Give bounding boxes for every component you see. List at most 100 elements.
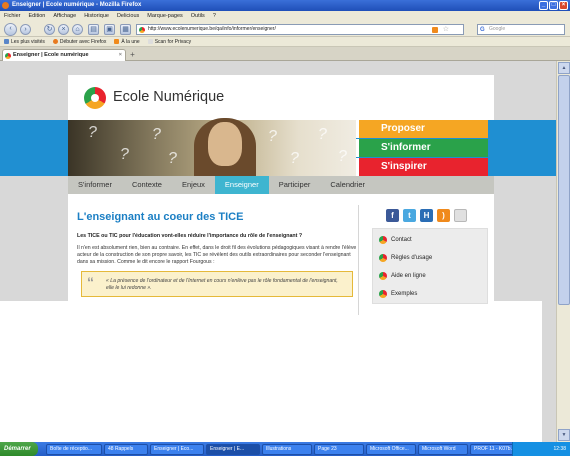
bookmarks-bar: Les plus visités Débuter avec Firefox À …	[0, 37, 570, 47]
nav-enseigner[interactable]: Enseigner	[214, 176, 269, 194]
forward-button[interactable]: ›	[20, 24, 31, 35]
tab-bar: Enseigner | Ecole numérique × +	[0, 47, 570, 61]
bullet-logo-icon	[379, 290, 387, 298]
rss-feed-icon[interactable]	[432, 27, 438, 33]
task-illustrations[interactable]: Illustrations	[262, 443, 312, 455]
sidebar-item-regles[interactable]: Règles d'usage	[373, 250, 489, 266]
start-button[interactable]: Démarrer	[0, 442, 38, 456]
task-inbox[interactable]: Boîte de réceptio...	[46, 443, 102, 455]
sidebar-item-exemples[interactable]: Exemples	[373, 286, 489, 302]
maximize-button[interactable]: □	[549, 1, 558, 10]
student-face	[208, 122, 242, 166]
hero-banner: ? ? ? ? ? ? ? ? Proposer S'informer S'in…	[0, 118, 556, 176]
quote-text: « La présence de l'ordinateur et de l'In…	[106, 278, 338, 291]
task-prof[interactable]: PROF 11 - K07b...	[470, 443, 514, 455]
article-quote: “ « La présence de l'ordinateur et de l'…	[81, 271, 353, 297]
site-brand[interactable]: Ecole Numérique	[113, 89, 224, 105]
nav-calendrier[interactable]: Calendrier	[320, 176, 375, 194]
sidebar-menu: Contact Règles d'usage Aide en ligne Exe…	[372, 228, 488, 304]
task-enseigner-2[interactable]: Enseigner | E...	[206, 443, 260, 455]
bullet-logo-icon	[379, 272, 387, 280]
banner-photo: ? ? ? ? ? ? ? ?	[68, 118, 356, 176]
clock[interactable]: 12:38	[553, 446, 566, 452]
navigation-toolbar: ‹ › ↻ × ⌂ ▤ ▣ ▦ http://www.ecolenumeriqu…	[0, 21, 570, 37]
bookmark-debuter-firefox[interactable]: Débuter avec Firefox	[52, 37, 106, 46]
page-blank-area	[0, 301, 542, 442]
task-office[interactable]: Microsoft Office...	[366, 443, 416, 455]
rss-icon	[114, 39, 120, 44]
quote-mark-icon: “	[87, 274, 94, 290]
addon-icon[interactable]: ▦	[120, 24, 131, 35]
bullet-logo-icon	[379, 254, 387, 262]
sidebar-item-label: Contact	[391, 237, 412, 243]
close-window-button[interactable]: ×	[559, 1, 568, 10]
proposer-button[interactable]: Proposer	[356, 120, 488, 138]
firefox-icon	[52, 39, 58, 44]
menu-delicious[interactable]: Delicious	[117, 11, 139, 21]
site-favicon-icon	[139, 27, 145, 33]
firefox-icon	[2, 2, 9, 9]
windows-taskbar: Démarrer Boîte de réceptio... 48 Rappels…	[0, 442, 570, 456]
scroll-thumb[interactable]	[558, 75, 570, 305]
task-enseigner-1[interactable]: Enseigner | Eco...	[150, 443, 204, 455]
search-placeholder: Google	[489, 26, 506, 32]
screenshot-icon[interactable]: ▣	[104, 24, 115, 35]
stop-button[interactable]: ×	[58, 24, 69, 35]
nav-participer[interactable]: Participer	[269, 176, 321, 194]
rss-icon[interactable]: )	[437, 209, 450, 222]
sidebar-item-label: Règles d'usage	[391, 255, 433, 261]
article-body: Il n'en est absolument rien, bien au con…	[77, 245, 357, 266]
new-tab-button[interactable]: +	[128, 50, 137, 60]
page-icon	[147, 39, 153, 44]
article-heading: L'enseignant au coeur des TICE	[77, 211, 244, 223]
facebook-icon[interactable]: f	[386, 209, 399, 222]
home-button[interactable]: ⌂	[72, 24, 83, 35]
menu-help[interactable]: ?	[213, 11, 216, 21]
sinformer-button[interactable]: S'informer	[356, 139, 488, 157]
bookmark-les-plus-visites[interactable]: Les plus visités	[4, 37, 45, 46]
sidebar-item-contact[interactable]: Contact	[373, 232, 489, 248]
bookmark-toolbar-icon[interactable]: ▤	[88, 24, 99, 35]
task-page-23[interactable]: Page 23	[314, 443, 364, 455]
window-title: Enseigner | Ecole numérique - Mozilla Fi…	[12, 2, 142, 8]
ecole-numerique-logo-icon[interactable]	[84, 87, 106, 109]
sidebar-item-label: Aide en ligne	[391, 273, 426, 279]
close-tab-icon[interactable]: ×	[119, 50, 122, 61]
menu-edition[interactable]: Edition	[29, 11, 46, 21]
tab-label: Enseigner | Ecole numérique	[13, 52, 89, 58]
sidebar-item-aide[interactable]: Aide en ligne	[373, 268, 489, 284]
menu-marque-pages[interactable]: Marque-pages	[147, 11, 182, 21]
share-icon[interactable]	[454, 209, 467, 222]
task-rappels[interactable]: 48 Rappels	[104, 443, 148, 455]
sinspirer-button[interactable]: S'inspirer	[356, 158, 488, 176]
back-button[interactable]: ‹	[4, 23, 17, 36]
menu-bar: Fichier Edition Affichage Historique Del…	[0, 11, 570, 21]
sidebar-item-label: Exemples	[391, 291, 418, 297]
bullet-logo-icon	[379, 236, 387, 244]
page-viewport: Ecole Numérique ? ? ? ? ? ? ? ? Proposer…	[0, 61, 556, 442]
nav-contexte[interactable]: Contexte	[122, 176, 172, 194]
hyves-icon[interactable]: H	[420, 209, 433, 222]
menu-fichier[interactable]: Fichier	[4, 11, 21, 21]
menu-historique[interactable]: Historique	[84, 11, 109, 21]
tab-favicon-icon	[5, 53, 11, 59]
vertical-scrollbar[interactable]: ▲ ▼	[556, 61, 570, 442]
bookmark-scan-privacy[interactable]: Scan for Privacy	[147, 37, 191, 46]
scroll-down-icon[interactable]: ▼	[558, 429, 570, 441]
google-icon[interactable]: G	[480, 26, 485, 35]
article-lede: Les TICE ou TIC pour l'éducation vont-el…	[77, 233, 303, 239]
twitter-icon[interactable]: t	[403, 209, 416, 222]
scroll-up-icon[interactable]: ▲	[558, 62, 570, 74]
minimize-button[interactable]: _	[539, 1, 548, 10]
bookmark-a-la-une[interactable]: À la une	[114, 37, 140, 46]
nav-enjeux[interactable]: Enjeux	[172, 176, 215, 194]
menu-affichage[interactable]: Affichage	[53, 11, 76, 21]
search-input[interactable]: G Google	[477, 24, 565, 35]
menu-outils[interactable]: Outils	[191, 11, 205, 21]
url-field[interactable]: http://www.ecolenumerique.be/qa/info/inf…	[136, 24, 464, 35]
task-word[interactable]: Microsoft Word	[418, 443, 468, 455]
bookmark-star-icon[interactable]: ☆	[443, 25, 449, 34]
tab-enseigner[interactable]: Enseigner | Ecole numérique ×	[2, 49, 126, 61]
reload-button[interactable]: ↻	[44, 24, 55, 35]
nav-sinformer[interactable]: S'informer	[68, 176, 122, 194]
